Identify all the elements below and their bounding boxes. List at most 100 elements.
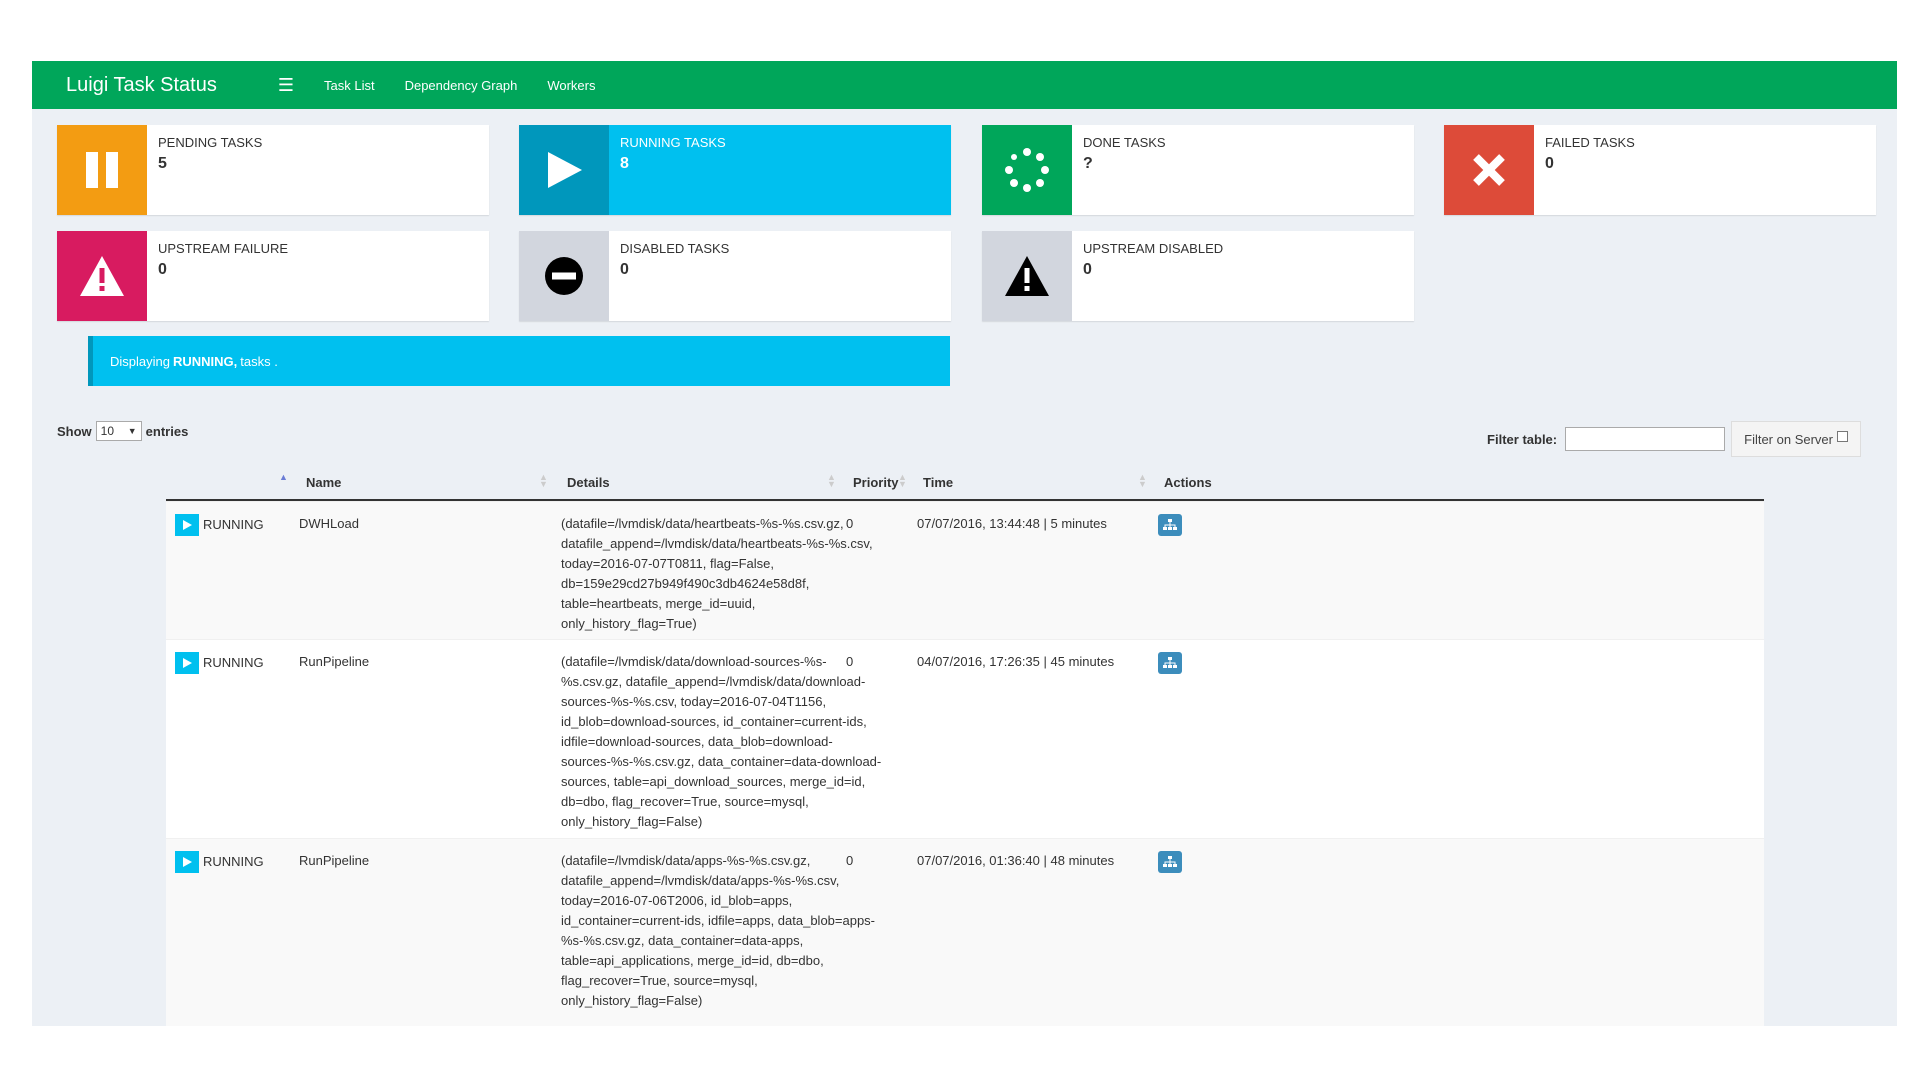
- x-icon: [1444, 125, 1534, 215]
- dependency-graph-button[interactable]: [1158, 851, 1182, 873]
- detail-line: id_blob=download-sources, id_container=c…: [561, 714, 867, 729]
- failed-tasks-box[interactable]: FAILED TASKS 0: [1444, 125, 1876, 215]
- brand-title[interactable]: Luigi Task Status: [66, 74, 266, 97]
- action-cell: [1158, 851, 1182, 873]
- detail-line: today=2016-07-06T2006, id_blob=apps,: [561, 893, 793, 908]
- detail-line: only_history_flag=False): [561, 993, 703, 1008]
- dependency-graph-button[interactable]: [1158, 652, 1182, 674]
- col-name[interactable]: Name: [306, 475, 341, 490]
- detail-line: db=dbo, flag_recover=True, source=mysql,: [561, 794, 809, 809]
- detail-line: only_history_flag=False): [561, 814, 703, 829]
- sort-icon[interactable]: ▲ ▼: [827, 473, 836, 489]
- task-name: DWHLoad: [299, 516, 359, 531]
- detail-line: idfile=download-sources, data_blob=downl…: [561, 734, 833, 749]
- filter-server-checkbox[interactable]: [1837, 430, 1848, 442]
- box-label: UPSTREAM DISABLED: [1083, 241, 1224, 256]
- detail-line: table=api_applications, merge_id=id, db=…: [561, 953, 824, 968]
- detail-line: flag_recover=True, source=mysql,: [561, 973, 758, 988]
- play-icon: [175, 851, 199, 873]
- spinner-icon: [982, 125, 1072, 215]
- nav-workers[interactable]: Workers: [547, 78, 595, 93]
- detail-line: today=2016-07-07T0811, flag=False,: [561, 556, 774, 571]
- table-header: ▲ Name ▲ ▼ Details ▲ ▼ Priority ▲ ▼ Time ▲ ▼…: [166, 464, 1764, 501]
- status-label: RUNNING: [203, 854, 264, 869]
- filter-label: Filter table:: [1487, 431, 1558, 447]
- box-count: 8: [620, 155, 629, 172]
- col-time[interactable]: Time: [923, 475, 953, 490]
- box-count: 5: [158, 155, 167, 172]
- pending-tasks-box[interactable]: PENDING TASKS 5: [57, 125, 489, 215]
- status-callout: Displaying RUNNING, tasks .: [88, 336, 950, 386]
- status-cell: RUNNING: [175, 851, 264, 873]
- col-priority[interactable]: Priority: [853, 475, 899, 490]
- nav-task-list[interactable]: Task List: [324, 78, 375, 93]
- sitemap-icon: [1163, 519, 1177, 530]
- play-icon: [175, 514, 199, 536]
- app-container: Luigi Task Status ☰ Task List Dependency…: [32, 61, 1897, 1026]
- sitemap-icon: [1163, 657, 1177, 668]
- task-time: 04/07/2016, 17:26:35 | 45 minutes: [917, 654, 1115, 669]
- callout-status: RUNNING,: [172, 353, 238, 369]
- filter-on-server-button[interactable]: Filter on Server: [1731, 421, 1861, 457]
- table-row: RUNNING DWHLoad (datafile=/lvmdisk/data/…: [166, 501, 1764, 639]
- detail-line: sources, table=api_download_sources, mer…: [561, 774, 866, 789]
- sort-icon[interactable]: ▲ ▼: [1138, 473, 1147, 489]
- col-details[interactable]: Details: [567, 475, 610, 490]
- task-time: 07/07/2016, 13:44:48 | 5 minutes: [917, 516, 1107, 531]
- box-label: PENDING TASKS: [158, 135, 263, 150]
- detail-line: only_history_flag=True): [561, 616, 697, 631]
- show-label: Show: [57, 423, 92, 439]
- upstream-disabled-box[interactable]: UPSTREAM DISABLED 0: [982, 231, 1414, 321]
- filter-button-label: Filter on Server: [1744, 431, 1833, 447]
- detail-line: datafile_append=/lvmdisk/data/apps-%s-%s…: [561, 873, 840, 888]
- box-label: RUNNING TASKS: [620, 135, 726, 150]
- box-count: 0: [620, 261, 629, 278]
- task-name: RunPipeline: [299, 654, 370, 669]
- status-cell: RUNNING: [175, 514, 264, 536]
- task-time: 07/07/2016, 01:36:40 | 48 minutes: [917, 853, 1115, 868]
- detail-line: table=heartbeats, merge_id=uuid,: [561, 596, 756, 611]
- box-count: ?: [1083, 155, 1093, 172]
- detail-line: db=159e29cd27b949f490c3db4624e58d8f,: [561, 576, 810, 591]
- callout-prefix: Displaying: [110, 353, 170, 369]
- filter-input[interactable]: [1565, 427, 1726, 451]
- done-tasks-box[interactable]: DONE TASKS ?: [982, 125, 1414, 215]
- detail-line: datafile_append=/lvmdisk/data/heartbeats…: [561, 536, 873, 551]
- detail-line: id_container=current-ids, idfile=apps, d…: [561, 913, 876, 928]
- sort-icon[interactable]: ▲ ▼: [539, 473, 548, 489]
- pause-icon: [57, 125, 147, 215]
- box-count: 0: [1083, 261, 1092, 278]
- col-actions: Actions: [1164, 475, 1212, 490]
- detail-line: sources-%s-%s.csv.gz, data_container=dat…: [561, 754, 882, 769]
- action-cell: [1158, 652, 1182, 674]
- entries-value: 10: [100, 424, 115, 438]
- upstream-failure-box[interactable]: UPSTREAM FAILURE 0: [57, 231, 489, 321]
- dependency-graph-button[interactable]: [1158, 514, 1182, 536]
- minus-circle-icon: [519, 231, 609, 321]
- detail-line: (datafile=/lvmdisk/data/heartbeats-%s-%s…: [561, 516, 844, 531]
- box-label: FAILED TASKS: [1545, 135, 1635, 150]
- detail-line: sources-%s-%s.csv, today=2016-07-04T1156…: [561, 694, 827, 709]
- task-priority: 0: [846, 516, 854, 531]
- task-priority: 0: [846, 654, 854, 669]
- sort-asc-icon[interactable]: ▲: [279, 473, 288, 482]
- box-label: DISABLED TASKS: [620, 241, 730, 256]
- task-details: (datafile=/lvmdisk/data/download-sources…: [561, 652, 891, 832]
- callout-suffix: tasks .: [240, 353, 278, 369]
- chevron-down-icon: ▼: [127, 426, 137, 436]
- running-tasks-box[interactable]: RUNNING TASKS 8: [519, 125, 951, 215]
- sort-icon[interactable]: ▲ ▼: [898, 473, 907, 489]
- task-priority: 0: [846, 853, 854, 868]
- hamburger-icon[interactable]: ☰: [266, 75, 306, 96]
- task-details: (datafile=/lvmdisk/data/apps-%s-%s.csv.g…: [561, 851, 891, 1011]
- sitemap-icon: [1163, 856, 1177, 867]
- status-cell: RUNNING: [175, 652, 264, 674]
- status-label: RUNNING: [203, 517, 264, 532]
- box-label: DONE TASKS: [1083, 135, 1166, 150]
- action-cell: [1158, 514, 1182, 536]
- warning-icon: [57, 231, 147, 321]
- nav-dependency-graph[interactable]: Dependency Graph: [405, 78, 518, 93]
- disabled-tasks-box[interactable]: DISABLED TASKS 0: [519, 231, 951, 321]
- entries-select[interactable]: 10 ▼: [95, 421, 142, 441]
- box-label: UPSTREAM FAILURE: [158, 241, 289, 256]
